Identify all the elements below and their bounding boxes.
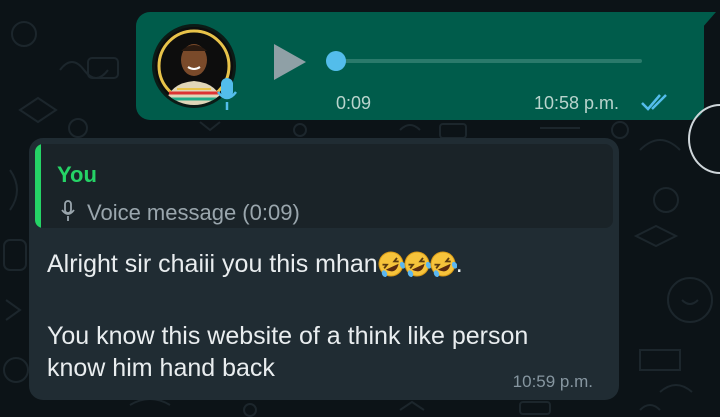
quoted-text: Voice message (0:09) xyxy=(87,200,300,225)
chat-background: 0:09 10:58 p.m. You Voice message (0:09)… xyxy=(0,0,720,417)
microphone-icon xyxy=(61,200,75,221)
message-text: Alright sir chaiii you this mhan xyxy=(47,250,378,278)
double-check-icon xyxy=(641,94,667,111)
microphone-icon xyxy=(217,78,237,110)
message-text-line: Alright sir chaiii you this mhan . xyxy=(47,250,463,279)
voice-duration: 0:09 xyxy=(336,93,372,113)
message-text-end: . xyxy=(455,250,463,278)
message-text-line: know him hand back xyxy=(47,354,275,382)
incoming-message-bubble[interactable]: You Voice message (0:09) Alright sir cha… xyxy=(29,138,619,400)
quoted-message[interactable]: You Voice message (0:09) xyxy=(35,144,613,228)
laughing-emoji-icon xyxy=(378,251,405,278)
laughing-emoji-icon xyxy=(430,251,457,278)
laughing-emoji-icon xyxy=(404,251,431,278)
bubble-tail xyxy=(702,12,716,28)
message-timestamp: 10:58 p.m. xyxy=(534,93,620,113)
message-text-line: You know this website of a think like pe… xyxy=(47,322,529,350)
quote-accent-bar xyxy=(35,144,41,228)
outgoing-voice-message-bubble[interactable]: 0:09 10:58 p.m. xyxy=(136,12,716,120)
audio-progress-handle[interactable] xyxy=(326,51,346,71)
message-timestamp: 10:59 p.m. xyxy=(512,372,593,391)
play-icon[interactable] xyxy=(270,42,310,82)
quoted-author: You xyxy=(57,162,97,187)
audio-progress-track[interactable] xyxy=(336,59,642,63)
